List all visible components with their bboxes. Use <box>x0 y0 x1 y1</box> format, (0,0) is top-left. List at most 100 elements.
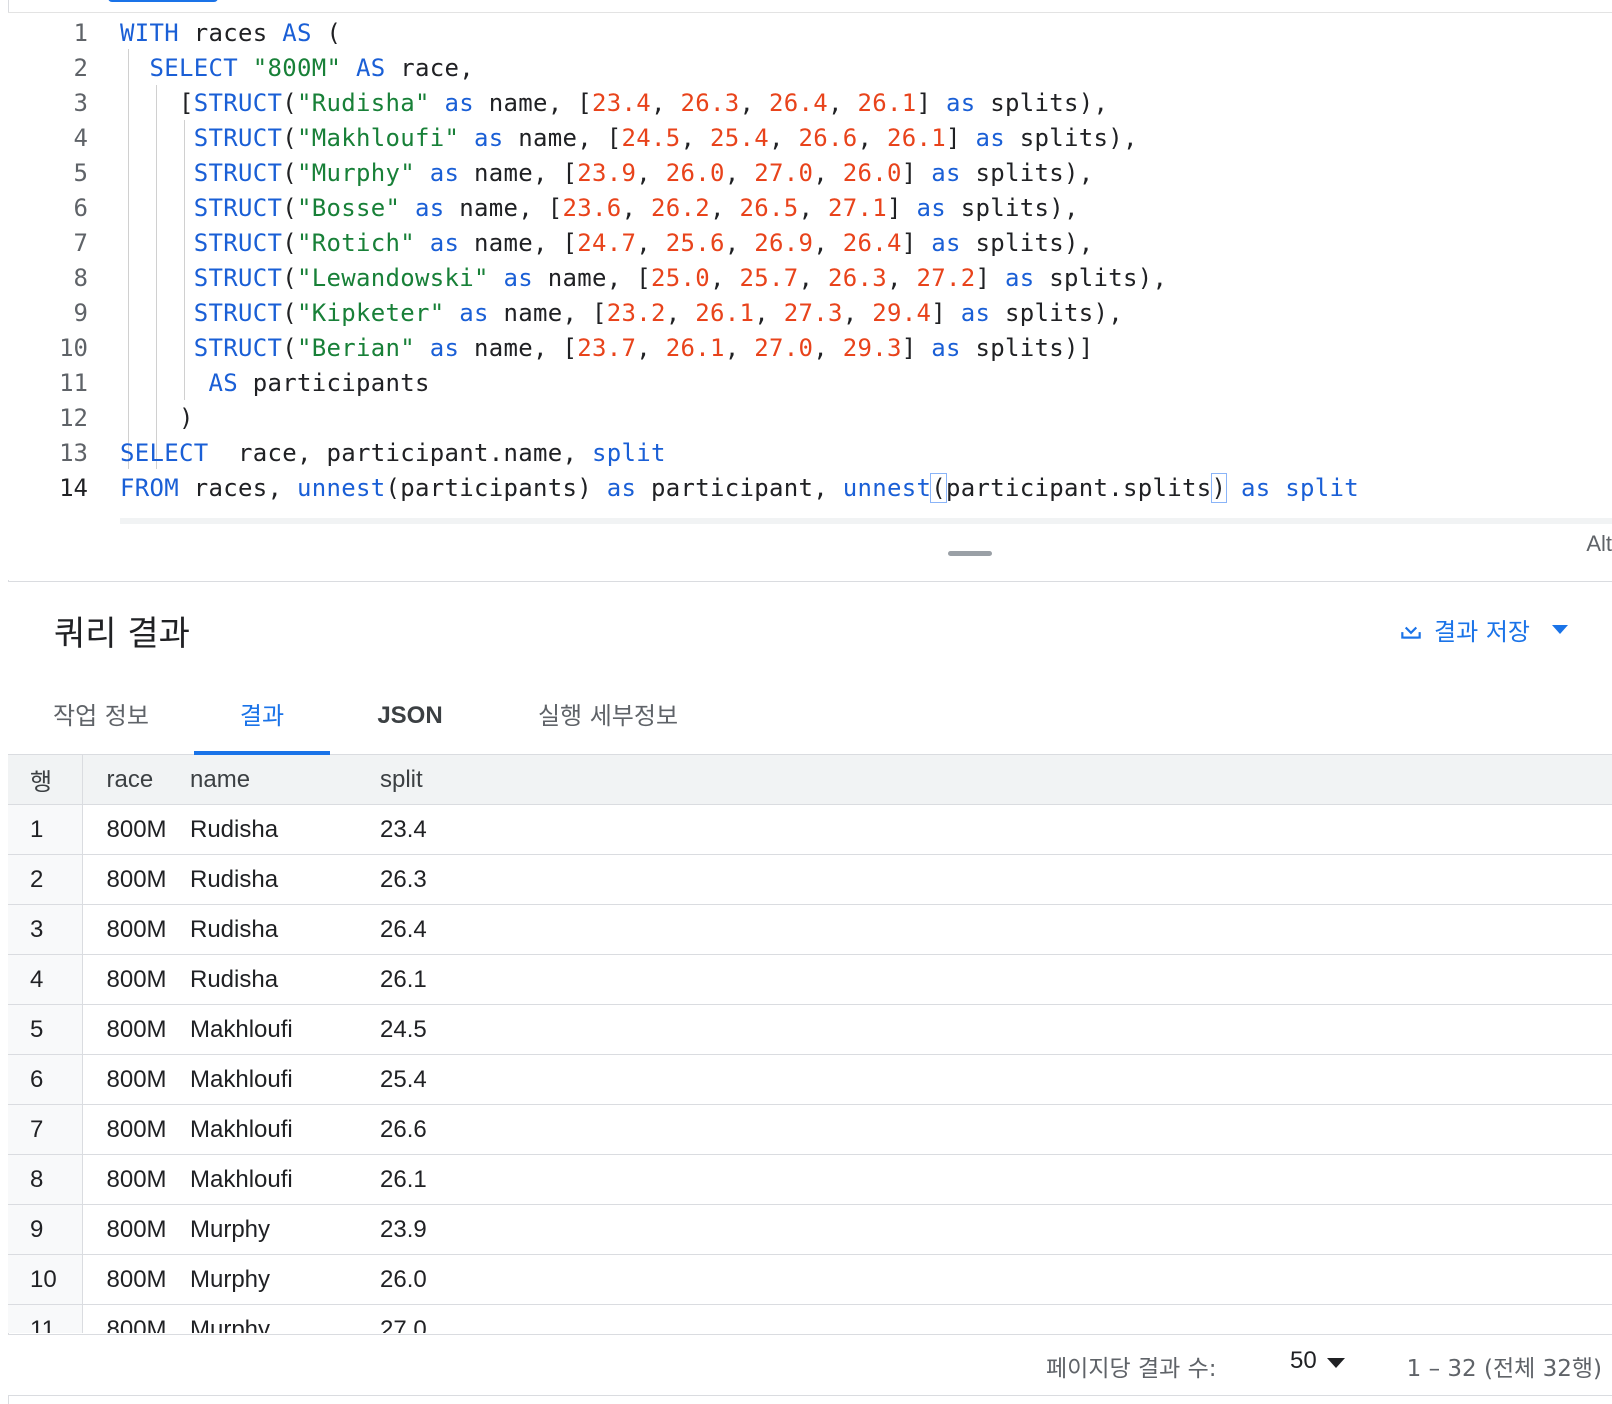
cell-split: 23.9 <box>380 1204 1612 1255</box>
line-number: 5 <box>73 159 88 187</box>
table-row: 2 800M Rudisha 26.3 <box>8 854 1612 905</box>
resize-handle[interactable] <box>948 551 992 556</box>
line-number: 3 <box>73 89 88 117</box>
column-header-race[interactable]: race <box>82 755 190 805</box>
tab-json[interactable]: JSON <box>358 680 462 754</box>
table-row: 5 800M Makhloufi 24.5 <box>8 1004 1612 1055</box>
column-header-split[interactable]: split <box>380 755 1612 805</box>
row-number: 4 <box>8 954 83 1005</box>
download-icon <box>1398 617 1424 643</box>
results-title: 쿼리 결과 <box>54 614 190 654</box>
line-number: 4 <box>73 124 88 152</box>
sql-code[interactable]: WITH races AS ( SELECT "800M" AS race, [… <box>120 13 1359 503</box>
cell-split: 27.0 <box>380 1304 1612 1333</box>
caret-down-icon <box>1326 1347 1345 1375</box>
table-row: 9 800M Murphy 23.9 <box>8 1204 1612 1255</box>
editor-bottom-edge <box>120 518 1612 524</box>
cell-name: Rudisha <box>190 804 380 855</box>
row-number: 10 <box>8 1254 83 1305</box>
code-line: FROM races, unnest(participants) as part… <box>120 473 1359 503</box>
cell-split: 26.1 <box>380 954 1612 1005</box>
code-line: STRUCT("Murphy" as name, [23.9, 26.0, 27… <box>193 159 1094 187</box>
line-number: 9 <box>73 299 88 327</box>
cell-race: 800M <box>82 1304 190 1333</box>
alt-hint: Alt <box>1586 531 1612 556</box>
cell-name: Makhloufi <box>190 1004 380 1055</box>
table-row: 4 800M Rudisha 26.1 <box>8 954 1612 1005</box>
save-results-label: 결과 저장 <box>1434 618 1530 646</box>
cell-name: Murphy <box>190 1254 380 1305</box>
cell-name: Rudisha <box>190 954 380 1005</box>
code-line: STRUCT("Berian" as name, [23.7, 26.1, 27… <box>193 334 1094 362</box>
cell-split: 24.5 <box>380 1004 1612 1055</box>
cell-name: Murphy <box>190 1304 380 1333</box>
pagination-range: 1 – 32 (전체 32행) <box>1406 1356 1602 1382</box>
row-number: 6 <box>8 1054 83 1105</box>
cell-race: 800M <box>82 1204 190 1255</box>
results-table-container[interactable]: 행 race name split 1 800M Rudisha 23.4 2 800M… <box>8 755 1612 1333</box>
row-number: 9 <box>8 1204 83 1255</box>
results-tabs: 작업 정보 결과 JSON 실행 세부정보 <box>8 680 1612 755</box>
tab-results[interactable]: 결과 <box>194 680 330 755</box>
row-number: 2 <box>8 854 83 905</box>
cell-name: Makhloufi <box>190 1104 380 1155</box>
query-results-header: 쿼리 결과 결과 저장 <box>8 581 1612 681</box>
cell-race: 800M <box>82 1004 190 1055</box>
cell-race: 800M <box>82 1154 190 1205</box>
line-number-active: 14 <box>59 474 88 502</box>
pagination-footer: 페이지당 결과 수: 50 1 – 32 (전체 32행) <box>8 1334 1612 1396</box>
cell-name: Rudisha <box>190 854 380 905</box>
code-line: STRUCT("Lewandowski" as name, [25.0, 25.… <box>193 264 1168 292</box>
code-line: STRUCT("Makhloufi" as name, [24.5, 25.4,… <box>193 124 1138 152</box>
cell-split: 26.3 <box>380 854 1612 905</box>
column-header-name[interactable]: name <box>190 755 380 805</box>
cell-name: Makhloufi <box>190 1054 380 1105</box>
sql-editor[interactable]: 1 2 3 4 5 6 7 8 9 10 11 12 13 14 WITH ra… <box>8 13 1612 580</box>
cell-race: 800M <box>82 1104 190 1155</box>
cell-race: 800M <box>82 904 190 955</box>
cell-race: 800M <box>82 1054 190 1105</box>
line-number: 8 <box>73 264 88 292</box>
row-number: 7 <box>8 1104 83 1155</box>
table-header-row: 행 race name split <box>8 755 1612 805</box>
line-number: 2 <box>73 54 88 82</box>
save-results-button[interactable]: 결과 저장 <box>1398 612 1568 647</box>
code-line: STRUCT("Bosse" as name, [23.6, 26.2, 26.… <box>193 194 1079 222</box>
tab-job-info[interactable]: 작업 정보 <box>42 680 160 754</box>
line-number: 13 <box>59 439 88 467</box>
results-per-page-label: 페이지당 결과 수: <box>1046 1356 1217 1382</box>
cell-name: Rudisha <box>190 904 380 955</box>
column-header-row-number: 행 <box>8 755 83 805</box>
table-row: 8 800M Makhloufi 26.1 <box>8 1154 1612 1205</box>
cell-race: 800M <box>82 804 190 855</box>
table-row: 3 800M Rudisha 26.4 <box>8 904 1612 955</box>
cell-name: Makhloufi <box>190 1154 380 1205</box>
table-row: 7 800M Makhloufi 26.6 <box>8 1104 1612 1155</box>
cell-split: 23.4 <box>380 804 1612 855</box>
cell-split: 26.4 <box>380 904 1612 955</box>
results-per-page-value: 50 <box>1290 1347 1317 1374</box>
code-line: STRUCT("Rotich" as name, [24.7, 25.6, 26… <box>193 229 1094 257</box>
tab-execution-details[interactable]: 실행 세부정보 <box>528 680 688 754</box>
results-per-page-select[interactable]: 50 <box>1290 1347 1345 1375</box>
table-row: 10 800M Murphy 26.0 <box>8 1254 1612 1305</box>
line-number: 10 <box>59 334 88 362</box>
table-row: 1 800M Rudisha 23.4 <box>8 804 1612 855</box>
code-line: [STRUCT("Rudisha" as name, [23.4, 26.3, … <box>120 89 1109 117</box>
results-table: 행 race name split 1 800M Rudisha 23.4 2 800M… <box>8 755 1612 1333</box>
table-row: 6 800M Makhloufi 25.4 <box>8 1054 1612 1105</box>
row-number: 5 <box>8 1004 83 1055</box>
run-button-edge[interactable] <box>108 0 218 2</box>
cell-split: 26.0 <box>380 1254 1612 1305</box>
cell-race: 800M <box>82 954 190 1005</box>
cell-race: 800M <box>82 1254 190 1305</box>
table-row: 11 800M Murphy 27.0 <box>8 1304 1612 1333</box>
code-line: ) <box>120 404 194 432</box>
row-number: 1 <box>8 804 83 855</box>
editor-toolbar-edge <box>8 0 1612 13</box>
cell-name: Murphy <box>190 1204 380 1255</box>
line-number: 7 <box>73 229 88 257</box>
cell-split: 26.6 <box>380 1104 1612 1155</box>
code-line: SELECT race, participant.name, split <box>120 439 666 467</box>
code-line: STRUCT("Kipketer" as name, [23.2, 26.1, … <box>193 299 1123 327</box>
